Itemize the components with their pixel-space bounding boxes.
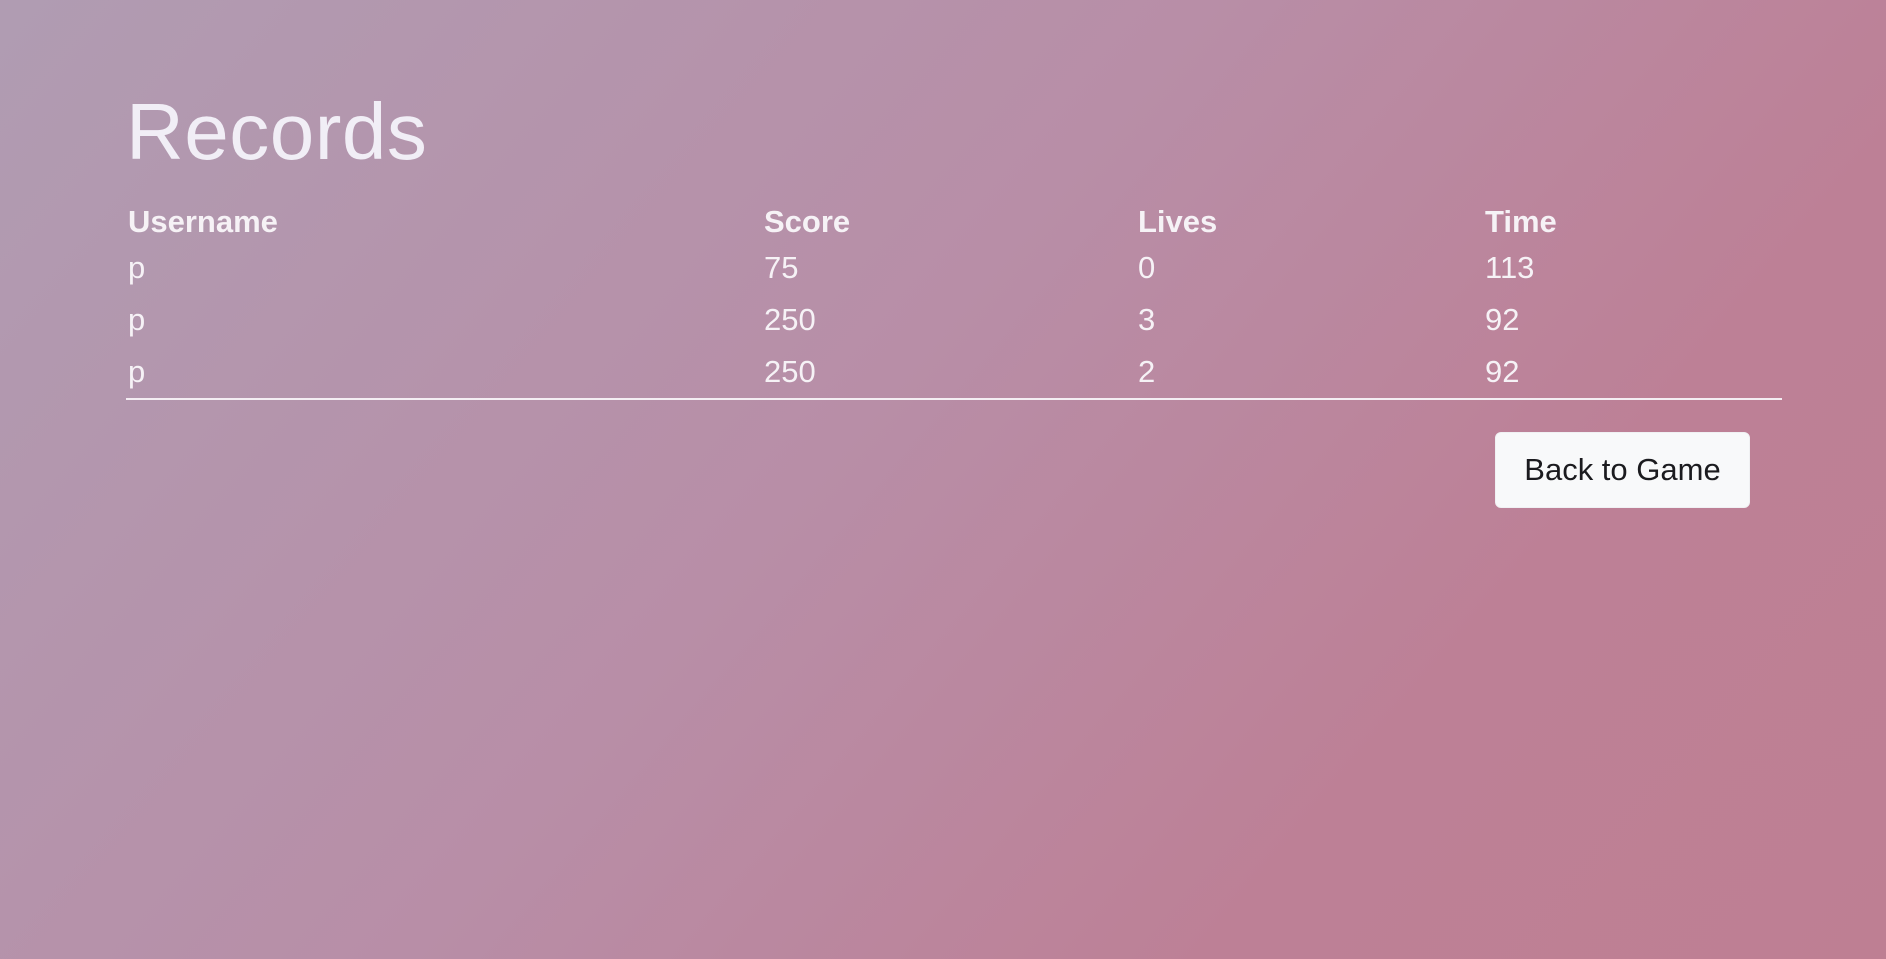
- cell-time: 92: [1485, 302, 1520, 337]
- actions-bar: Back to Game: [126, 400, 1782, 508]
- back-to-game-button[interactable]: Back to Game: [1495, 432, 1750, 508]
- cell-score: 75: [764, 250, 799, 285]
- table-row: p 75 0 113: [126, 242, 1782, 294]
- cell-score: 250: [764, 302, 816, 337]
- cell-username: p: [128, 250, 146, 285]
- column-header-lives: Lives: [1138, 204, 1218, 239]
- column-header-username: Username: [128, 204, 278, 239]
- page-title: Records: [126, 87, 428, 176]
- cell-username: p: [128, 302, 146, 337]
- cell-score: 250: [762, 346, 1136, 400]
- cell-lives: 0: [1138, 250, 1156, 285]
- records-page: Records Username Score Lives Time p 75 0…: [126, 84, 1783, 508]
- cell-lives: 2: [1136, 346, 1483, 400]
- records-table: Username Score Lives Time p 75 0 113 p 2…: [126, 186, 1782, 400]
- table-row: p 250 2 92: [126, 346, 1782, 400]
- table-header-row: Username Score Lives Time: [126, 186, 1782, 242]
- cell-lives: 3: [1138, 302, 1156, 337]
- cell-username: p: [126, 346, 762, 400]
- table-row: p 250 3 92: [126, 294, 1782, 346]
- column-header-score: Score: [764, 204, 851, 239]
- column-header-time: Time: [1485, 204, 1557, 239]
- cell-time: 113: [1485, 250, 1535, 285]
- cell-time: 92: [1483, 346, 1782, 400]
